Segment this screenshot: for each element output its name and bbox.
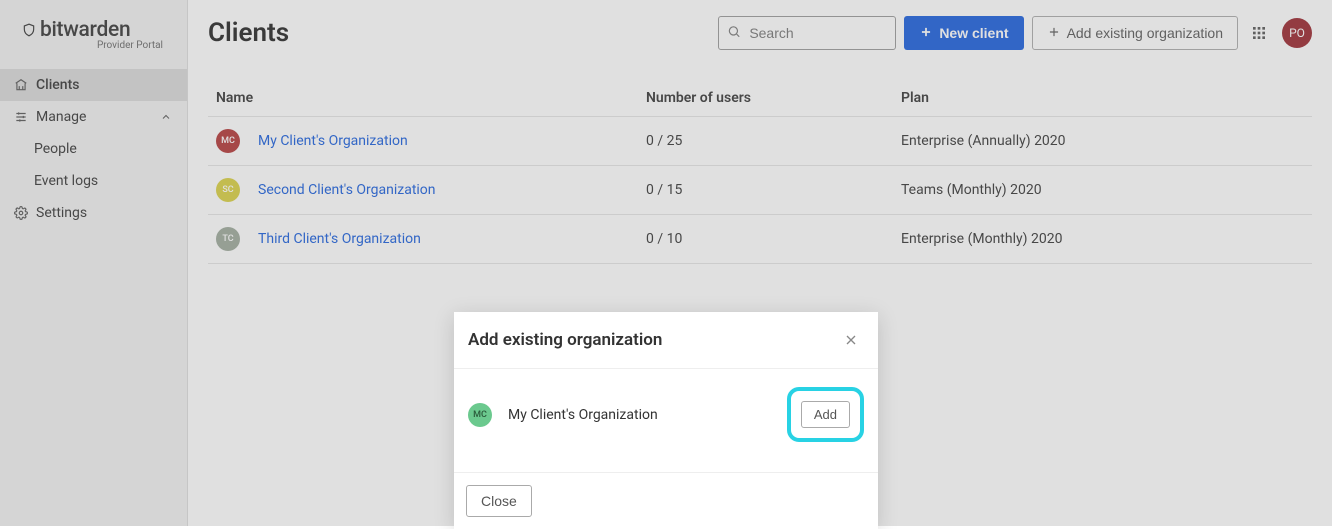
- modal-footer: Close: [454, 472, 878, 529]
- bank-icon: [14, 78, 28, 92]
- col-plan: Plan: [901, 90, 1304, 106]
- col-users: Number of users: [646, 90, 901, 106]
- nav: Clients Manage People Event logs: [0, 69, 187, 229]
- modal-title: Add existing organization: [468, 330, 662, 350]
- close-button[interactable]: Close: [466, 485, 532, 517]
- org-avatar: MC: [468, 403, 492, 427]
- cell-users: 0 / 10: [646, 231, 901, 247]
- search-icon: [727, 24, 741, 43]
- org-link[interactable]: Third Client's Organization: [258, 231, 421, 247]
- cell-users: 0 / 15: [646, 182, 901, 198]
- org-link[interactable]: Second Client's Organization: [258, 182, 436, 198]
- sidebar-item-manage[interactable]: Manage: [0, 101, 187, 133]
- modal-header: Add existing organization: [454, 312, 878, 369]
- button-label: Add existing organization: [1067, 25, 1223, 41]
- gear-icon: [14, 206, 28, 220]
- cell-plan: Enterprise (Monthly) 2020: [901, 231, 1304, 247]
- search-box: [718, 16, 896, 50]
- close-icon[interactable]: [842, 331, 860, 349]
- add-existing-org-modal: Add existing organization MC My Client's…: [454, 312, 878, 529]
- cell-plan: Teams (Monthly) 2020: [901, 182, 1304, 198]
- table-header: Name Number of users Plan: [208, 80, 1312, 117]
- modal-org-name: My Client's Organization: [508, 407, 658, 423]
- new-client-button[interactable]: New client: [904, 16, 1023, 50]
- apps-grid-icon[interactable]: [1250, 24, 1268, 42]
- plus-icon: [1047, 25, 1061, 42]
- modal-body: MC My Client's Organization Add: [454, 369, 878, 472]
- col-name: Name: [216, 90, 646, 106]
- cell-users: 0 / 25: [646, 133, 901, 149]
- page-title: Clients: [208, 18, 289, 48]
- plus-icon: [919, 25, 933, 42]
- table-row: SC Second Client's Organization 0 / 15 T…: [208, 166, 1312, 215]
- sidebar-item-clients[interactable]: Clients: [0, 69, 187, 101]
- highlight-ring: Add: [787, 387, 864, 442]
- cell-plan: Enterprise (Annually) 2020: [901, 133, 1304, 149]
- button-label: New client: [939, 25, 1008, 41]
- org-avatar: TC: [216, 227, 240, 251]
- sliders-icon: [14, 110, 28, 124]
- sidebar-item-event-logs[interactable]: Event logs: [0, 165, 187, 197]
- sidebar-item-label: Manage: [36, 109, 86, 125]
- table-row: MC My Client's Organization 0 / 25 Enter…: [208, 117, 1312, 166]
- org-avatar: SC: [216, 178, 240, 202]
- add-button[interactable]: Add: [801, 401, 850, 428]
- org-link[interactable]: My Client's Organization: [258, 133, 408, 149]
- topbar: Clients New client Add existing organiza…: [208, 16, 1312, 50]
- org-avatar: MC: [216, 129, 240, 153]
- add-existing-org-button[interactable]: Add existing organization: [1032, 16, 1238, 50]
- sidebar-item-label: Clients: [36, 77, 79, 93]
- sidebar: bitwarden Provider Portal Clients Manage: [0, 0, 188, 526]
- table-row: TC Third Client's Organization 0 / 10 En…: [208, 215, 1312, 264]
- sidebar-item-label: Event logs: [34, 173, 98, 189]
- sidebar-item-label: People: [34, 141, 77, 157]
- sidebar-item-settings[interactable]: Settings: [0, 197, 187, 229]
- shield-icon: [22, 23, 36, 37]
- chevron-up-icon: [159, 110, 173, 124]
- brand-name: bitwarden: [40, 18, 130, 42]
- search-input[interactable]: [718, 16, 896, 50]
- sidebar-item-label: Settings: [36, 205, 87, 221]
- sidebar-item-people[interactable]: People: [0, 133, 187, 165]
- logo: bitwarden Provider Portal: [0, 0, 187, 57]
- user-avatar[interactable]: PO: [1282, 18, 1312, 48]
- clients-table: Name Number of users Plan MC My Client's…: [208, 80, 1312, 264]
